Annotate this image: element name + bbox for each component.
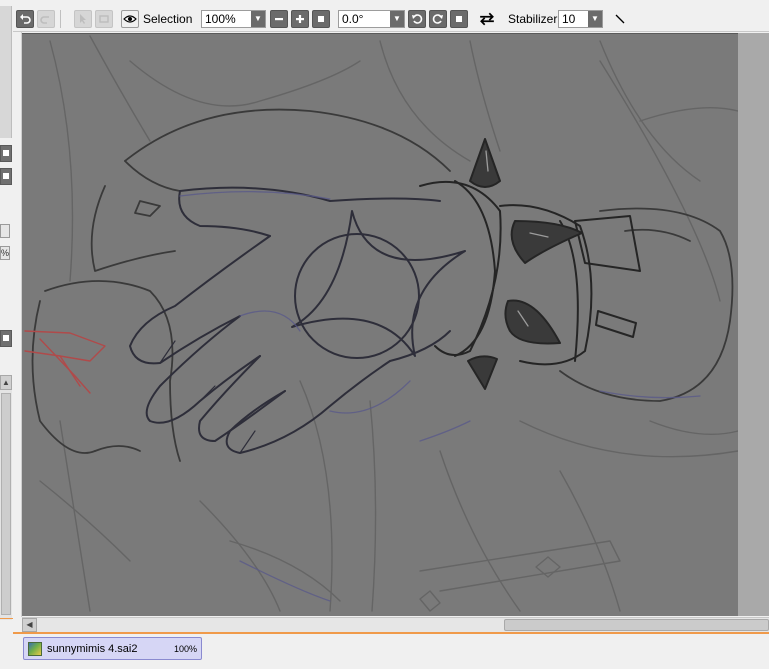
left-panel-strip: % ▲ bbox=[0, 0, 13, 669]
zoom-out-button[interactable] bbox=[270, 10, 288, 28]
plus-icon bbox=[296, 15, 304, 23]
square-icon bbox=[456, 16, 462, 22]
zoom-select[interactable]: 100% ▼ bbox=[201, 10, 266, 28]
deselect-icon bbox=[99, 15, 109, 23]
stabilizer-value: 10 bbox=[562, 12, 576, 26]
chevron-down-icon[interactable]: ▼ bbox=[251, 11, 265, 27]
chevron-down-icon[interactable]: ▼ bbox=[390, 11, 404, 27]
panel-square-button[interactable] bbox=[0, 330, 12, 347]
straight-line-button[interactable] bbox=[611, 10, 629, 28]
document-thumbnail-icon bbox=[28, 642, 42, 656]
rotate-cw-icon bbox=[432, 14, 443, 24]
stabilizer-label: Stabilizer bbox=[508, 12, 558, 26]
flip-horizontal-icon bbox=[480, 12, 494, 26]
eye-icon bbox=[123, 15, 137, 23]
rotate-ccw-icon bbox=[412, 14, 423, 24]
minus-icon bbox=[275, 18, 283, 21]
undo-icon bbox=[20, 14, 31, 24]
document-tab[interactable]: sunnymimis 4.sai2 100% bbox=[23, 637, 202, 660]
square-icon bbox=[318, 16, 324, 22]
redo-button[interactable] bbox=[37, 10, 55, 28]
drawing-canvas[interactable] bbox=[22, 33, 769, 616]
scroll-left-arrow-icon[interactable]: ◀ bbox=[22, 618, 37, 632]
sketch-artwork bbox=[24, 35, 739, 612]
rotate-reset-button[interactable] bbox=[450, 10, 468, 28]
rotate-ccw-button[interactable] bbox=[408, 10, 426, 28]
scrollbar-thumb[interactable] bbox=[504, 619, 769, 631]
diagonal-line-icon bbox=[615, 14, 625, 24]
canvas-toolbar: Selection 100% ▼ 0.0° ▼ Stabilizer 10 ▼ bbox=[13, 6, 769, 32]
rotation-select[interactable]: 0.0° ▼ bbox=[338, 10, 405, 28]
document-tabbar: sunnymimis 4.sai2 100% bbox=[13, 634, 769, 669]
scrollbar-thumb[interactable] bbox=[1, 393, 11, 615]
cursor-icon bbox=[80, 14, 86, 24]
stabilizer-select[interactable]: 10 ▼ bbox=[558, 10, 603, 28]
document-name: sunnymimis 4.sai2 bbox=[47, 643, 138, 655]
redo-icon bbox=[40, 16, 49, 24]
left-panel-scrollbar[interactable]: ▲ bbox=[0, 375, 12, 620]
panel-percent-field[interactable]: % bbox=[0, 246, 10, 260]
canvas-horizontal-scrollbar[interactable]: ◀ bbox=[22, 617, 769, 632]
panel-square-button[interactable] bbox=[0, 145, 12, 162]
panel-dropdown[interactable] bbox=[0, 224, 10, 238]
zoom-in-button[interactable] bbox=[291, 10, 309, 28]
rotate-cw-button[interactable] bbox=[429, 10, 447, 28]
panel-divider bbox=[0, 618, 13, 619]
canvas-margin bbox=[738, 33, 769, 616]
flip-horizontal-button[interactable] bbox=[478, 10, 496, 28]
toolbar-divider bbox=[60, 10, 61, 28]
rotation-value: 0.0° bbox=[342, 12, 364, 26]
zoom-value: 100% bbox=[205, 12, 236, 26]
scroll-up-arrow-icon[interactable]: ▲ bbox=[0, 375, 12, 390]
panel-square-button[interactable] bbox=[0, 168, 12, 185]
undo-button[interactable] bbox=[16, 10, 34, 28]
chevron-down-icon[interactable]: ▼ bbox=[588, 11, 602, 27]
view-selection-button[interactable] bbox=[121, 10, 139, 28]
left-panel-preview bbox=[0, 6, 12, 138]
deselect-button[interactable] bbox=[95, 10, 113, 28]
document-zoom: 100% bbox=[173, 644, 197, 654]
zoom-reset-button[interactable] bbox=[312, 10, 330, 28]
selection-label: Selection bbox=[143, 12, 193, 26]
select-tool-button[interactable] bbox=[74, 10, 92, 28]
